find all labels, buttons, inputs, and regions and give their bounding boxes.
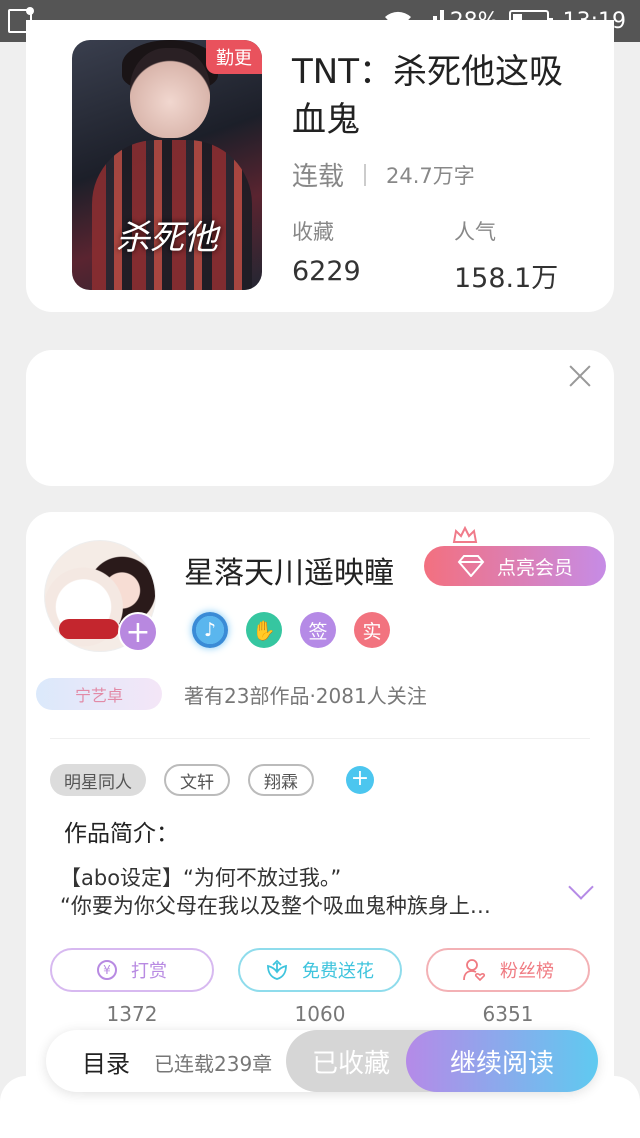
vip-button-label: 点亮会员 [496,556,573,579]
intro-label: 作品简介： [64,821,179,847]
fan-count: 6351 [482,1002,534,1026]
favorites-value: 6229 [292,256,361,287]
fan-rank-button[interactable]: 粉丝榜 [426,948,590,992]
intro-line: 【abo设定】“为何不放过我。” [60,866,342,890]
follow-author-button[interactable]: + [118,612,158,652]
flower-count: 1060 [294,1002,346,1026]
tip-label: 打赏 [131,961,167,982]
flower-icon [267,959,287,980]
flower-action: 免费送花 1060 [238,948,402,1026]
book-title: TNT：杀死他这吸血鬼 [292,52,563,140]
update-badge: 勤更 [206,40,262,74]
sign-badge[interactable]: 签 [300,612,336,648]
bottom-action-bar: 目录 已连载239章 已收藏 继续阅读 [46,1030,598,1092]
divider [364,163,367,186]
tag-item[interactable]: 翔霖 [248,764,314,796]
book-status-row: 连载 24.7万字 [292,156,475,193]
author-badges: ♪ ✋ 签 实 [192,612,390,648]
tip-action: ¥ 打赏 1372 [50,948,214,1026]
handshake-badge-icon[interactable]: ✋ [246,612,282,648]
author-meta: 著有23部作品·2081人关注 [184,684,427,708]
toc-button[interactable]: 目录 [82,1044,130,1079]
avatar-scarf [59,619,119,639]
tag-list: 明星同人 文轩 翔霖 + [50,764,374,796]
intro-line: “你要为你父母在我以及整个吸血鬼种族身上… [60,894,491,918]
crown-icon [452,526,478,543]
fans-action: 粉丝榜 6351 [426,948,590,1026]
book-info-card: 杀死他 勤更 TNT：杀死他这吸血鬼 连载 24.7万字 收藏 6229 人气 … [26,20,614,312]
close-icon[interactable] [568,364,592,388]
music-badge-icon[interactable]: ♪ [192,612,228,648]
chevron-down-icon[interactable] [568,874,594,900]
word-count: 24.7万字 [386,163,475,188]
fan-rank-label: 粉丝榜 [500,961,554,982]
tip-button[interactable]: ¥ 打赏 [50,948,214,992]
tip-count: 1372 [106,1002,158,1026]
author-name[interactable]: 星落天川遥映瞳 [184,548,394,592]
tag-item[interactable]: 文轩 [164,764,230,796]
divider [50,738,590,739]
fan-tag[interactable]: 宁艺卓 [36,678,162,710]
cover-figure-face [130,48,210,138]
book-cover[interactable]: 杀死他 勤更 [72,40,262,290]
chapter-count: 已连载239章 [154,1052,273,1076]
action-row: ¥ 打赏 1372 免费送花 1060 粉丝榜 6351 [50,948,590,1026]
verified-badge[interactable]: 实 [354,612,390,648]
cover-title: 杀死他 [116,218,218,258]
popularity-value: 158.1万 [454,263,559,294]
intro-text[interactable]: 【abo设定】“为何不放过我。” “你要为你父母在我以及整个吸血鬼种族身上… [60,864,550,920]
send-flower-label: 免费送花 [302,961,374,982]
send-flower-button[interactable]: 免费送花 [238,948,402,992]
yen-icon: ¥ [97,960,117,980]
favorites-label: 收藏 [292,220,334,244]
tag-category[interactable]: 明星同人 [50,764,146,796]
user-heart-icon [463,959,486,981]
ad-card [26,350,614,486]
vip-button[interactable]: 点亮会员 [424,546,606,586]
continue-reading-button[interactable]: 继续阅读 [406,1030,598,1092]
popularity-label: 人气 [454,220,496,244]
add-tag-button[interactable]: + [346,766,374,794]
diamond-icon [457,555,485,577]
serial-status: 连载 [292,162,345,192]
